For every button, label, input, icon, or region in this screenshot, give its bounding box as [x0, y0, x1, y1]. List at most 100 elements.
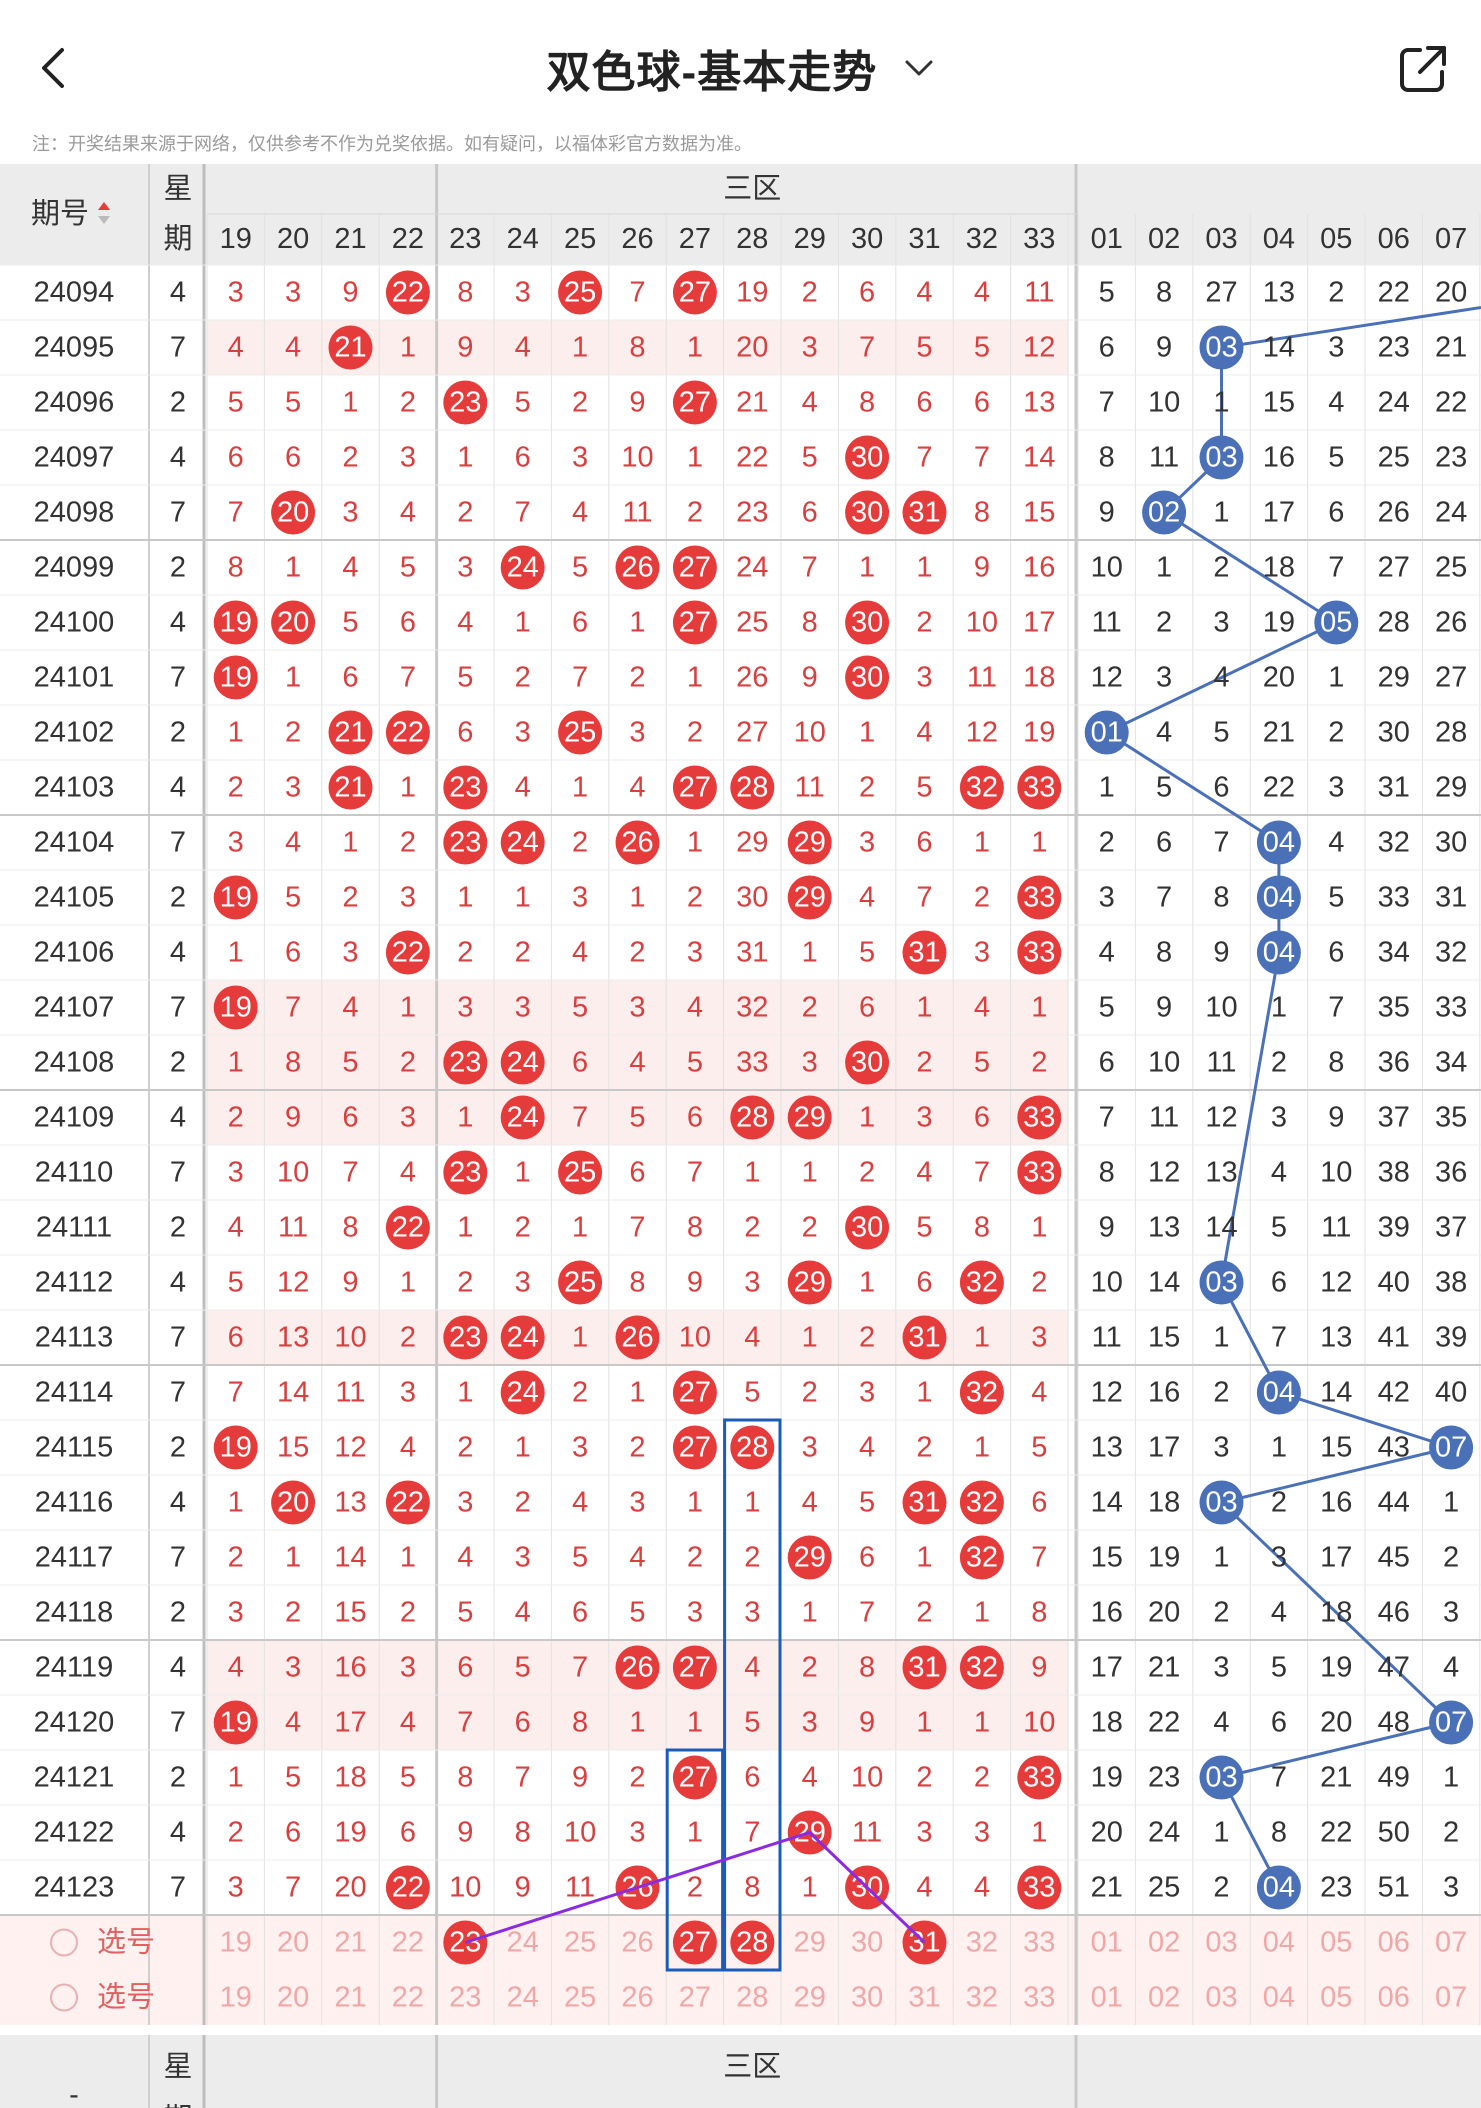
table-row[interactable]: 24105 2 19 5 2 3 1 1 3 1 2 30 29 4 7 2 33 3 7 8 04 5 33 31 [34, 875, 1468, 920]
miss-count: 2 [802, 992, 818, 1024]
select-cell[interactable]: 02 [1148, 1982, 1180, 2014]
select-cell[interactable]: 05 [1320, 1982, 1352, 2014]
select-cell[interactable]: 26 [621, 1982, 653, 2014]
table-row[interactable]: 24111 2 4 11 8 22 1 2 1 7 8 2 2 30 5 8 1 9 13 14 5 11 39 37 [36, 1205, 1467, 1250]
miss-count: 6 [1099, 332, 1115, 364]
table-row[interactable]: 24114 7 7 14 11 3 1 24 2 1 27 5 2 3 1 32 4 12 16 2 04 14 42 40 [35, 1370, 1467, 1415]
select-cell[interactable]: 19 [220, 1927, 252, 1959]
select-label[interactable]: 选号 [97, 1981, 155, 2014]
select-cell[interactable]: 20 [277, 1982, 309, 2014]
select-cell[interactable]: 22 [392, 1927, 424, 1959]
select-cell[interactable]: 19 [220, 1982, 252, 2014]
select-cell[interactable]: 25 [564, 1927, 596, 1959]
select-cell[interactable]: 22 [392, 1982, 424, 2014]
select-cell[interactable]: 07 [1435, 1927, 1467, 1959]
table-row[interactable]: 24112 4 5 12 9 1 2 3 25 8 9 3 29 1 6 32 2 10 14 03 6 12 40 38 [35, 1260, 1467, 1305]
miss-count: 1 [802, 1597, 818, 1629]
miss-count: 12 [1205, 1102, 1237, 1134]
select-cell[interactable]: 06 [1378, 1927, 1410, 1959]
miss-count: 3 [228, 827, 244, 859]
select-cell[interactable]: 25 [564, 1982, 596, 2014]
page-title[interactable]: 双色球-基本走势 [0, 36, 1481, 100]
period-cell: 24105 [34, 882, 115, 914]
miss-count: 3 [629, 717, 645, 749]
select-cell[interactable]: 31 [908, 1982, 940, 2014]
select-cell[interactable]: 02 [1148, 1927, 1180, 1959]
miss-count: 4 [1271, 1157, 1287, 1189]
week-cell: 4 [170, 607, 186, 639]
table-row[interactable]: 24123 7 3 7 20 22 10 9 11 26 2 8 1 30 4 4 33 21 25 2 04 23 51 3 [34, 1865, 1459, 1910]
table-row[interactable]: 24103 4 2 3 21 1 23 4 1 4 27 28 11 2 5 32 33 1 5 6 22 3 31 29 [34, 765, 1468, 810]
miss-count: 8 [1156, 277, 1172, 309]
table-row[interactable]: 24106 4 1 6 3 22 2 2 4 2 3 31 1 5 31 3 33 4 8 9 04 6 34 32 [34, 930, 1468, 975]
red-ball-number: 27 [679, 552, 711, 584]
select-cell[interactable]: 28 [736, 1982, 768, 2014]
select-cell[interactable]: 30 [851, 1927, 883, 1959]
select-cell[interactable]: 24 [507, 1982, 539, 2014]
select-cell[interactable]: 26 [621, 1927, 653, 1959]
table-row[interactable]: 24094 4 3 3 9 22 8 3 25 7 27 19 2 6 4 4 11 5 8 27 13 2 22 20 [34, 270, 1468, 315]
select-cell[interactable]: 21 [334, 1927, 366, 1959]
select-cell[interactable]: 33 [1023, 1927, 1055, 1959]
select-cell[interactable]: 01 [1091, 1982, 1123, 2014]
table-row[interactable]: 24120 7 19 4 17 4 7 6 8 1 1 5 3 9 1 1 10 18 22 4 6 20 48 07 [34, 1700, 1474, 1745]
miss-count: 7 [1271, 1322, 1287, 1354]
miss-count: 2 [802, 1652, 818, 1684]
table-row[interactable]: 24096 2 5 5 1 2 23 5 2 9 27 21 4 8 6 6 13 7 10 1 15 4 24 22 [34, 380, 1468, 425]
miss-count: 19 [1148, 1542, 1180, 1574]
table-row[interactable]: 24118 2 3 2 15 2 5 4 6 5 3 3 1 7 2 1 8 16 20 2 4 18 46 3 [35, 1597, 1459, 1629]
select-cell[interactable]: 32 [966, 1927, 998, 1959]
miss-count: 1 [802, 1872, 818, 1904]
table-row[interactable]: 24100 4 19 20 5 6 4 1 6 1 27 25 8 30 2 10 17 11 2 3 19 05 28 26 [34, 600, 1468, 645]
select-cell[interactable]: 32 [966, 1982, 998, 2014]
select-cell[interactable]: 04 [1263, 1982, 1295, 2014]
table-row[interactable]: 24122 4 2 6 19 6 9 8 10 3 1 7 29 11 3 3 1 20 24 1 8 22 50 2 [34, 1810, 1459, 1855]
select-cell[interactable]: 07 [1435, 1982, 1467, 2014]
miss-count: 4 [974, 992, 990, 1024]
select-cell[interactable]: 30 [851, 1982, 883, 2014]
miss-count: 17 [1148, 1432, 1180, 1464]
select-label[interactable]: 选号 [97, 1926, 155, 1959]
miss-count: 1 [687, 662, 703, 694]
select-cell[interactable]: 24 [507, 1927, 539, 1959]
table-row[interactable]: 24121 2 1 5 18 5 8 7 9 2 27 6 4 10 2 2 33 19 23 03 7 21 49 1 [34, 1755, 1459, 1800]
miss-count: 9 [802, 662, 818, 694]
miss-count: 2 [457, 1432, 473, 1464]
miss-count: 1 [228, 717, 244, 749]
table-row[interactable]: 24116 4 1 20 13 22 3 2 4 3 1 1 4 5 31 32 6 14 18 03 2 16 44 1 [35, 1480, 1459, 1525]
select-cell[interactable]: 29 [794, 1982, 826, 2014]
red-ball-number: 19 [220, 992, 252, 1024]
table-row[interactable]: 24117 7 2 1 14 1 4 3 5 4 2 2 29 6 1 32 7 15 19 1 3 17 45 2 [35, 1535, 1459, 1580]
share-icon[interactable] [1398, 44, 1448, 94]
select-cell[interactable]: 05 [1320, 1927, 1352, 1959]
table-row[interactable]: 24107 7 19 7 4 1 3 3 5 3 4 32 2 6 1 4 1 5 9 10 1 7 35 33 [34, 985, 1468, 1030]
select-cell[interactable]: 23 [449, 1982, 481, 2014]
select-cell[interactable]: 03 [1205, 1927, 1237, 1959]
table-row[interactable]: 24098 7 7 20 3 4 2 7 4 11 2 23 6 30 31 8 15 9 02 1 17 6 26 24 [34, 490, 1468, 535]
miss-count: 2 [228, 1542, 244, 1574]
table-row[interactable]: 24110 7 3 10 7 4 23 1 25 6 7 1 1 2 4 7 33 8 12 13 4 10 38 36 [35, 1150, 1467, 1195]
select-cell[interactable]: 01 [1091, 1927, 1123, 1959]
period-cell: 24118 [35, 1597, 114, 1629]
miss-count: 14 [1023, 442, 1055, 474]
select-cell[interactable]: 04 [1263, 1927, 1295, 1959]
select-cell[interactable]: 33 [1023, 1982, 1055, 2014]
select-cell[interactable]: 21 [334, 1982, 366, 2014]
miss-count: 1 [1213, 1542, 1229, 1574]
select-cell[interactable]: 29 [794, 1927, 826, 1959]
select-cell[interactable]: 20 [277, 1927, 309, 1959]
miss-count: 38 [1435, 1267, 1467, 1299]
table-row[interactable]: 24115 2 19 15 12 4 2 1 3 2 27 28 3 4 2 1 5 13 17 3 1 15 43 07 [35, 1425, 1474, 1470]
miss-count: 4 [228, 1652, 244, 1684]
miss-count: 36 [1378, 1047, 1410, 1079]
select-cell[interactable]: 27 [679, 1982, 711, 2014]
table-row[interactable]: 24102 2 1 2 21 22 6 3 25 3 2 27 10 1 4 12 19 01 4 5 21 2 30 28 [34, 710, 1468, 755]
period-header[interactable]: 期号 [31, 198, 89, 230]
miss-count: 6 [916, 827, 932, 859]
select-cell[interactable]: 03 [1205, 1982, 1237, 2014]
miss-count: 1 [228, 937, 244, 969]
table-row[interactable]: 24097 4 6 6 2 3 1 6 3 10 1 22 5 30 7 7 14 8 11 03 16 5 25 23 [34, 435, 1468, 480]
select-cell[interactable]: 06 [1378, 1982, 1410, 2014]
miss-count: 2 [916, 1432, 932, 1464]
miss-count: 4 [1213, 662, 1229, 694]
